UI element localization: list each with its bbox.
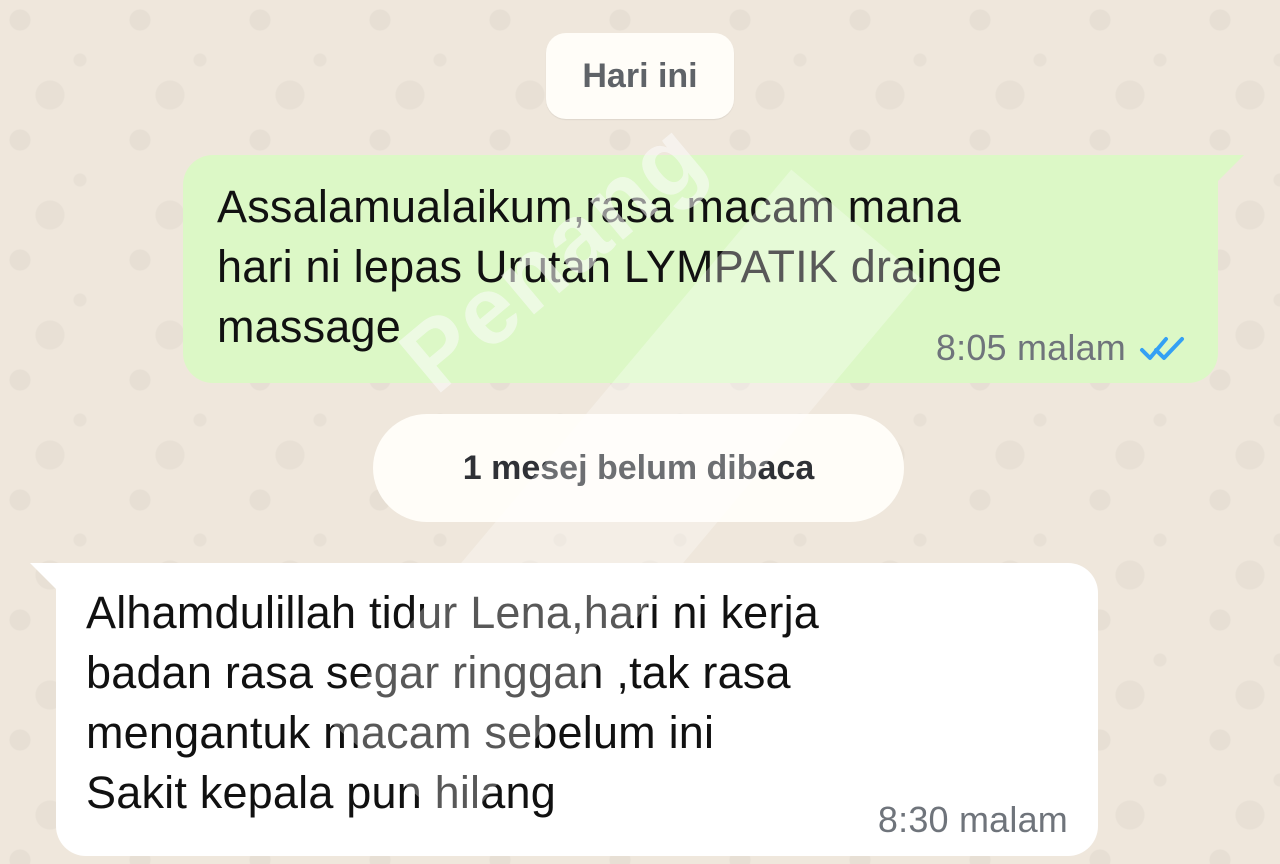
date-label: Hari ini <box>582 56 698 95</box>
unread-messages-label: 1 mesej belum dibaca <box>462 448 815 487</box>
incoming-message-meta: 8:30 malam <box>878 802 1068 838</box>
incoming-message-text: Alhamdulillah tidur Lena,hari ni kerja b… <box>86 587 820 818</box>
date-chip: Hari ini <box>546 33 734 119</box>
incoming-message-bubble[interactable]: Alhamdulillah tidur Lena,hari ni kerja b… <box>30 563 1098 856</box>
outgoing-message-time: 8:05 malam <box>935 327 1126 368</box>
double-check-read-icon <box>1140 337 1184 360</box>
unread-messages-chip: 1 mesej belum dibaca <box>373 414 904 522</box>
outgoing-message-meta: 8:05 malam <box>936 330 1194 366</box>
incoming-message-time: 8:30 malam <box>877 799 1068 840</box>
outgoing-message-bubble[interactable]: Assalamualaikum,rasa macam mana hari ni … <box>183 155 1244 383</box>
